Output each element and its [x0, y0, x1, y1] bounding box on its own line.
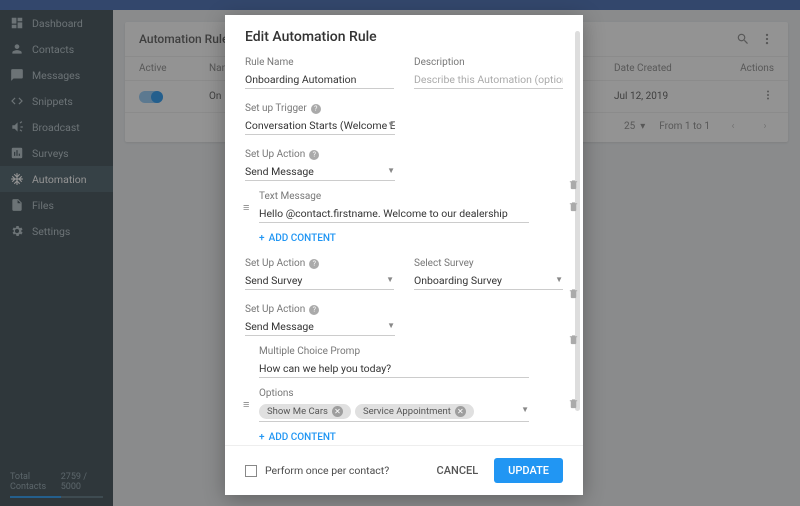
options-select[interactable]: Show Me Cars✕ Service Appointment✕ ▼ — [259, 402, 529, 422]
chip[interactable]: Show Me Cars✕ — [259, 404, 351, 419]
action3-select[interactable] — [245, 318, 395, 336]
delete-icon[interactable] — [568, 398, 579, 412]
update-button[interactable]: UPDATE — [494, 458, 563, 483]
delete-icon[interactable] — [568, 334, 579, 348]
delete-icon[interactable] — [568, 179, 579, 193]
perform-once-checkbox[interactable] — [245, 465, 257, 477]
help-icon[interactable]: ? — [309, 150, 319, 160]
action2-select[interactable] — [245, 272, 394, 290]
chevron-down-icon: ▼ — [387, 166, 395, 175]
chevron-down-icon: ▼ — [387, 120, 395, 129]
mcp-input[interactable] — [259, 360, 529, 378]
drag-handle-icon[interactable]: ≡ — [243, 201, 249, 214]
chevron-down-icon: ▼ — [555, 275, 563, 284]
chevron-down-icon: ▼ — [521, 405, 529, 414]
modal-title: Edit Automation Rule — [225, 15, 583, 51]
add-content-button[interactable]: + ADD CONTENT — [259, 432, 563, 443]
edit-automation-modal: Edit Automation Rule Rule Name Descripti… — [225, 15, 583, 495]
chip[interactable]: Service Appointment✕ — [355, 404, 474, 419]
help-icon[interactable]: ? — [311, 104, 321, 114]
remove-chip-icon[interactable]: ✕ — [455, 406, 466, 417]
remove-chip-icon[interactable]: ✕ — [332, 406, 343, 417]
action1-select[interactable] — [245, 163, 395, 181]
delete-icon[interactable] — [568, 288, 579, 302]
add-content-button[interactable]: + ADD CONTENT — [259, 233, 563, 244]
chevron-down-icon: ▼ — [386, 275, 394, 284]
survey-select[interactable] — [414, 272, 563, 290]
text-message-input[interactable] — [259, 205, 529, 223]
delete-icon[interactable] — [568, 201, 579, 215]
trigger-select[interactable] — [245, 117, 395, 135]
chevron-down-icon: ▼ — [387, 321, 395, 330]
cancel-button[interactable]: CANCEL — [437, 464, 479, 477]
help-icon[interactable]: ? — [309, 305, 319, 315]
help-icon[interactable]: ? — [309, 259, 319, 269]
rule-name-input[interactable] — [245, 71, 394, 89]
description-input[interactable] — [414, 71, 563, 89]
drag-handle-icon[interactable]: ≡ — [243, 398, 249, 411]
